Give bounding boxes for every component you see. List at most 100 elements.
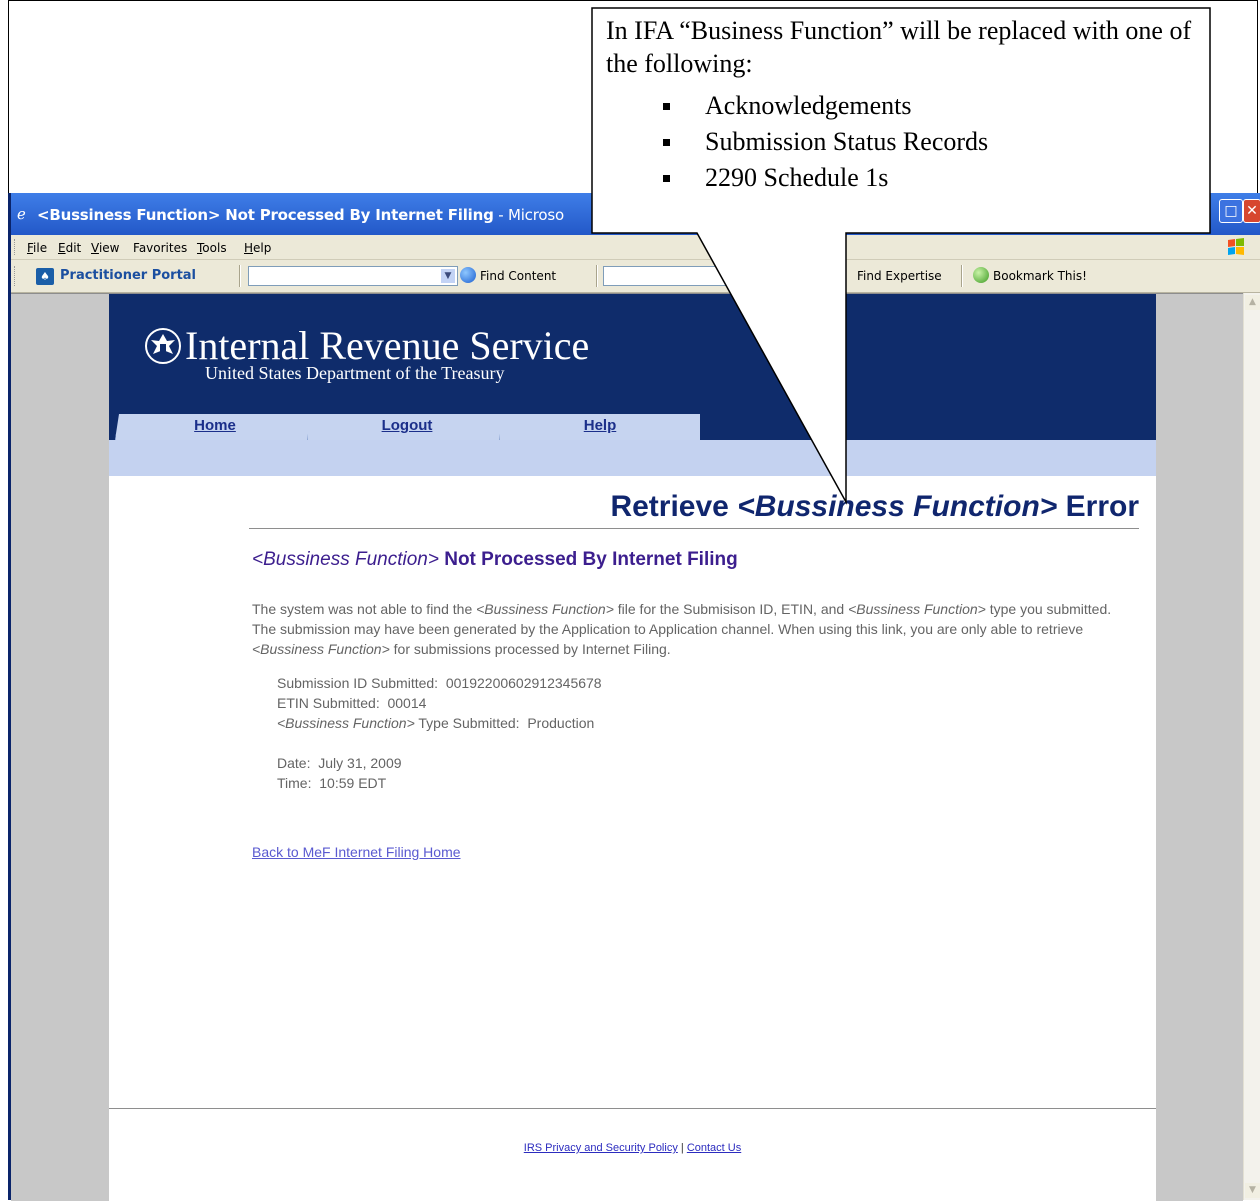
callout-item-label: 2290 Schedule 1s [705,163,889,192]
menubar-grip [14,239,17,255]
time-row: Time: 10:59 EDT [277,775,386,791]
date-row: Date: July 31, 2009 [277,755,402,771]
tab-home-label: Home [194,417,236,434]
error-message-part-4: for submissions processed by Internet Fi… [389,641,671,657]
error-subtitle: <Bussiness Function> Not Processed By In… [252,549,738,571]
toolbar-grip [14,266,17,286]
close-icon: ✕ [1246,203,1258,219]
menu-edit[interactable]: Edit [58,241,81,255]
bullet-icon [663,103,670,110]
menu-help-rest: elp [253,241,272,255]
callout-item-label: Submission Status Records [705,127,989,156]
page-title-prefix: Retrieve [610,490,738,523]
tab-home[interactable]: Home [115,414,314,440]
title-divider [249,528,1139,529]
find-content-label: Find Content [480,269,557,283]
portal-search-combo[interactable]: ▼ [248,266,458,286]
window-title-suffix: - Microso [493,206,564,224]
menu-help-key: H [244,241,254,255]
etin-label: ETIN Submitted: [277,695,380,711]
irs-title: Internal Revenue Service [185,323,590,368]
irs-page: Internal Revenue Service United States D… [109,294,1156,1201]
menu-view[interactable]: View [91,241,119,255]
submission-id-value: 00192200602912345678 [445,675,602,691]
submission-id-label: Submission ID Submitted: [277,675,439,691]
toolbar-separator [596,265,598,287]
error-message-function-1: <Bussiness Function> [476,601,614,617]
back-to-home-link[interactable]: Back to MeF Internet Filing Home [252,844,461,860]
windows-flag-icon [1228,238,1244,255]
etin-row: ETIN Submitted: 00014 [277,695,426,711]
menu-edit-key: E [58,241,66,255]
error-subtitle-function: <Bussiness Function> [252,549,439,570]
page-title-function: <Bussiness Function> [737,490,1058,523]
error-message: The system was not able to find the <Bus… [252,599,1132,659]
browser-window: ℯ <Bussiness Function> Not Processed By … [8,193,1260,1201]
date-value: July 31, 2009 [318,755,402,771]
callout-list-item: Acknowledgements [663,88,988,124]
menu-view-key: V [91,241,99,255]
menu-file-rest: ile [33,241,48,255]
window-title: <Bussiness Function> Not Processed By In… [37,206,564,224]
type-function: <Bussiness Function> [277,715,415,731]
scroll-down-icon[interactable]: ▼ [1245,1183,1260,1198]
tab-logout-label: Logout [381,417,433,434]
callout-item-label: Acknowledgements [705,91,912,120]
vertical-scrollbar[interactable]: ▲ ▼ [1243,293,1260,1200]
callout-list-item: Submission Status Records [663,124,989,160]
date-label: Date: [277,755,311,771]
menu-view-rest: iew [98,241,120,255]
callout-intro: In IFA “Business Function” will be repla… [606,16,1192,78]
menu-tools-rest: ools [202,241,227,255]
bullet-icon [663,175,670,182]
irs-eagle-logo [145,328,181,364]
internet-explorer-icon: ℯ [17,205,26,223]
expertise-search-input[interactable] [603,266,803,286]
error-message-function-3: <Bussiness Function> [252,641,390,657]
page-viewport: Internal Revenue Service United States D… [11,293,1243,1201]
practitioner-portal-button[interactable]: Practitioner Portal [60,268,196,283]
find-content-button[interactable]: Find Content [460,266,556,286]
page-title-suffix: Error [1057,490,1139,523]
time-value: 10:59 EDT [319,775,387,791]
menu-bar: File Edit View Favorites Tools Help [11,235,1260,260]
privacy-policy-link[interactable]: IRS Privacy and Security Policy [524,1142,678,1154]
toolbar-separator [961,265,963,287]
tab-logout[interactable]: Logout [307,414,506,440]
nav-tabs: Home Logout Help [109,414,709,440]
links-toolbar: ♠ Practitioner Portal ▼ Find Content Fin… [11,260,1260,293]
tab-help[interactable]: Help [499,414,700,440]
close-button[interactable]: ✕ [1243,199,1260,223]
contact-us-link[interactable]: Contact Us [687,1142,741,1154]
footer-divider [109,1108,1156,1109]
type-value: Production [527,715,595,731]
menu-file[interactable]: File [27,241,47,255]
error-message-part-1: The system was not able to find the [252,601,477,617]
callout-list-item: 2290 Schedule 1s [663,160,988,196]
menu-favorites[interactable]: Favorites [133,241,187,255]
time-label: Time: [277,775,312,791]
irs-header: Internal Revenue Service United States D… [109,294,1156,440]
bullet-icon [663,139,670,146]
toolbar-separator [239,265,241,287]
menu-help[interactable]: Help [244,241,271,255]
menu-edit-rest: dit [65,241,82,255]
irs-subtitle: United States Department of the Treasury [205,363,505,383]
find-content-icon [460,267,476,283]
type-label: Type Submitted: [414,715,520,731]
bookmark-this-button[interactable]: Bookmark This! [973,266,1087,286]
scroll-up-icon[interactable]: ▲ [1245,295,1260,310]
footer-separator: | [677,1142,687,1154]
error-message-function-2: <Bussiness Function> [848,601,986,617]
bookmark-icon [973,267,989,283]
page-title: Retrieve <Bussiness Function> Error [249,490,1139,524]
menu-tools[interactable]: Tools [197,241,227,255]
maximize-button[interactable]: □ [1219,199,1243,223]
menu-favorites-rest: avorites [138,241,188,255]
bookmark-label: Bookmark This! [993,269,1087,283]
type-row: <Bussiness Function> Type Submitted: Pro… [277,715,594,731]
window-title-main: <Bussiness Function> Not Processed By In… [37,206,494,224]
find-expertise-button[interactable]: Find Expertise [857,266,942,286]
chevron-down-icon[interactable]: ▼ [440,268,456,284]
tab-help-label: Help [583,417,617,434]
